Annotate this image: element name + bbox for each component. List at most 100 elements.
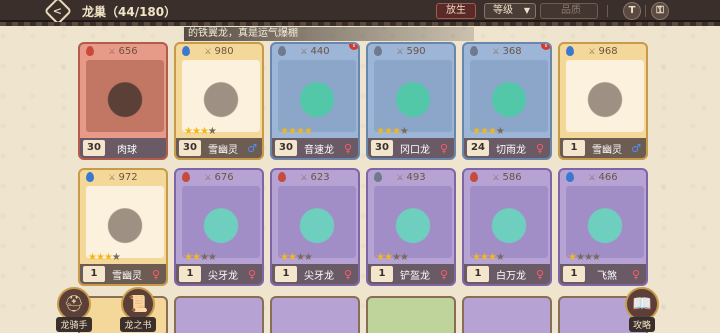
- dragon-card[interactable]: [270, 296, 360, 333]
- element-drop-icon: [182, 172, 190, 182]
- element-drop-icon: [86, 172, 94, 182]
- gender-icon: ♂: [247, 141, 257, 155]
- card-header: ⚔ 466: [560, 170, 646, 184]
- dragon-card[interactable]: ⚔ 980 ★★★★ 30 雪幽灵 ♂: [174, 42, 264, 160]
- star-rating: ★★★★: [280, 252, 313, 263]
- dragon-card[interactable]: ⚔ 466 ★★★★ 1 飞煞 ♀: [558, 168, 648, 286]
- star-icon: ★: [591, 252, 601, 263]
- power-value: 968: [598, 45, 618, 57]
- level-badge: 1: [371, 266, 393, 282]
- card-footer: 1 铲盔龙 ♀: [368, 264, 454, 284]
- level-badge: 1: [467, 266, 489, 282]
- card-footer: 1 雪幽灵 ♀: [80, 264, 166, 284]
- help-button[interactable]: T: [623, 2, 641, 20]
- star-rating: ★★★★: [184, 252, 217, 263]
- dragon-name: 铲盔龙: [400, 270, 430, 282]
- dragon-card[interactable]: ⚔ 590 ★★★★ 30 冈口龙 ♀: [366, 42, 456, 160]
- lock-button[interactable]: ⚿: [651, 2, 669, 20]
- star-icon: ★: [399, 126, 409, 137]
- sort-dropdown[interactable]: 等级 ▼: [484, 3, 536, 19]
- gender-icon: ♀: [439, 141, 449, 155]
- dragon-card[interactable]: ⚔ 656 30 肉球: [78, 42, 168, 160]
- star-icon: ★: [103, 252, 113, 263]
- level-badge: 24: [467, 140, 489, 156]
- star-rating: ★★★★: [280, 126, 313, 137]
- dragon-card[interactable]: [366, 296, 456, 333]
- star-icon: ★: [199, 252, 209, 263]
- level-badge: 30: [83, 140, 105, 156]
- star-icon: ★: [287, 126, 297, 137]
- dragon-name: 冈口龙: [400, 144, 430, 156]
- card-header: ⚔ 980: [176, 44, 262, 58]
- claw-icon: ⚔: [300, 172, 308, 182]
- star-icon: ★: [391, 126, 401, 137]
- filter-placeholder: 品质: [561, 5, 581, 16]
- element-drop-icon: [566, 46, 574, 56]
- dragon-portrait: [182, 186, 260, 258]
- gender-icon: ♂: [631, 141, 641, 155]
- dragon-card[interactable]: [174, 296, 264, 333]
- card-footer: 1 飞煞 ♀: [560, 264, 646, 284]
- card-footer: 1 尖牙龙 ♀: [272, 264, 358, 284]
- guide-book-icon: 📖: [625, 287, 659, 321]
- star-icon: ★: [575, 252, 585, 263]
- dragon-card[interactable]: ⚔ 493 ★★★★ 1 铲盔龙 ♀: [366, 168, 456, 286]
- star-icon: ★: [95, 252, 105, 263]
- dragon-card[interactable]: [462, 296, 552, 333]
- dragon-row-partial: [78, 296, 648, 333]
- star-icon: ★: [376, 126, 385, 137]
- quality-filter[interactable]: 品质: [540, 3, 598, 19]
- dragon-card[interactable]: ⚔ 676 ★★★★ 1 尖牙龙 ♀: [174, 168, 264, 286]
- dragon-book-button[interactable]: 📜 龙之书: [116, 287, 160, 332]
- card-header: ⚔ 440: [272, 44, 358, 58]
- guide-button[interactable]: 📖 攻略: [620, 287, 664, 332]
- star-rating: ★★★★: [184, 126, 217, 137]
- card-footer: 1 尖牙龙 ♀: [176, 264, 262, 284]
- dragon-name: 雪幽灵: [112, 270, 142, 282]
- dragon-portrait: [566, 186, 644, 258]
- star-icon: ★: [303, 126, 313, 137]
- gender-icon: ♀: [535, 141, 545, 155]
- element-drop-icon: [86, 46, 94, 56]
- power-value: 623: [310, 171, 330, 183]
- page-title: 龙巢（44/180）: [82, 5, 177, 19]
- star-icon: ★: [191, 252, 201, 263]
- dragon-card[interactable]: ⚔ 440 ! ★★★★ 30 音速龙 ♀: [270, 42, 360, 160]
- star-icon: ★: [479, 252, 489, 263]
- dragon-card[interactable]: ⚔ 623 ★★★★ 1 尖牙龙 ♀: [270, 168, 360, 286]
- level-badge: 1: [563, 140, 585, 156]
- element-drop-icon: [278, 172, 286, 182]
- dragon-card[interactable]: ⚔ 968 1 雪幽灵 ♂: [558, 42, 648, 160]
- dragon-card[interactable]: ⚔ 368 ! ★★★★ 24 切雨龙 ♀: [462, 42, 552, 160]
- chevron-down-icon: ▼: [523, 6, 530, 15]
- card-header: ⚔ 972: [80, 170, 166, 184]
- back-arrow-icon: <: [53, 4, 63, 18]
- power-value: 440: [310, 45, 330, 57]
- power-value: 590: [406, 45, 426, 57]
- gender-icon: ♀: [439, 267, 449, 281]
- card-footer: 1 雪幽灵 ♂: [560, 138, 646, 158]
- dragon-name: 雪幽灵: [592, 144, 622, 156]
- lock-icon: ⚿: [656, 5, 664, 16]
- dragon-card[interactable]: ⚔ 586 ★★★★ 1 白万龙 ♀: [462, 168, 552, 286]
- element-drop-icon: [470, 172, 478, 182]
- dragon-portrait: [86, 186, 164, 258]
- level-badge: 30: [371, 140, 393, 156]
- level-badge: 1: [179, 266, 201, 282]
- gender-icon: ♀: [535, 267, 545, 281]
- card-footer: 24 切雨龙 ♀: [464, 138, 550, 158]
- book-icon: 📜: [121, 287, 155, 321]
- top-decor-stripe: [0, 22, 720, 26]
- dragon-card[interactable]: ⚔ 972 ★★★★ 1 雪幽灵 ♀: [78, 168, 168, 286]
- star-icon: ★: [583, 252, 593, 263]
- release-button[interactable]: 放生: [436, 3, 476, 19]
- star-icon: ★: [568, 252, 577, 263]
- star-icon: ★: [479, 126, 489, 137]
- card-header: ⚔ 656: [80, 44, 166, 58]
- dragon-portrait: [374, 186, 452, 258]
- help-icon: T: [628, 5, 636, 16]
- rider-button[interactable]: ⛑ 龙骑手: [52, 287, 96, 332]
- star-icon: ★: [191, 126, 201, 137]
- star-rating: ★★★★: [376, 126, 409, 137]
- claw-icon: ⚔: [492, 46, 500, 56]
